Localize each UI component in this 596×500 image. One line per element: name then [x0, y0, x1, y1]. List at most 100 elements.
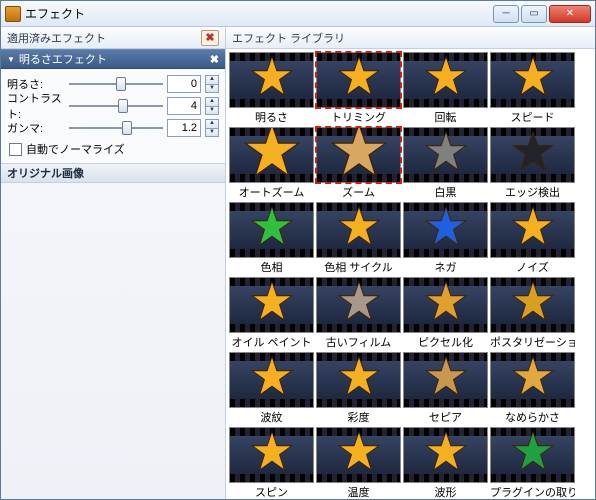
effect-item[interactable]: ポスタリゼーション [490, 277, 575, 350]
effect-thumbnail[interactable] [490, 277, 575, 333]
effect-item[interactable]: 色相 サイクル [316, 202, 401, 275]
maximize-button[interactable]: ▭ [521, 5, 547, 23]
star-icon [511, 355, 555, 400]
effect-item[interactable]: オイル ペイント [229, 277, 314, 350]
effect-thumbnail[interactable] [490, 202, 575, 258]
property-spinner[interactable]: ▲▼ [205, 75, 219, 93]
effect-item[interactable]: ピクセル化 [403, 277, 488, 350]
star-icon [250, 55, 294, 100]
star-icon [424, 55, 468, 100]
property-slider[interactable] [69, 98, 163, 114]
library-header-label: エフェクト ライブラリ [232, 30, 345, 46]
star-icon [329, 127, 389, 182]
effect-thumbnail[interactable] [229, 202, 314, 258]
star-icon [424, 355, 468, 400]
spin-up-icon[interactable]: ▲ [205, 75, 219, 84]
effect-thumbnail[interactable] [316, 202, 401, 258]
effect-thumbnail[interactable] [403, 352, 488, 408]
effect-item[interactable]: オートズーム [229, 127, 314, 200]
effect-item[interactable]: スピン [229, 427, 314, 499]
minimize-button[interactable]: ─ [493, 5, 519, 23]
effect-caption: 波紋 [229, 408, 314, 425]
effect-item[interactable]: エッジ検出 [490, 127, 575, 200]
effect-item[interactable]: 色相 [229, 202, 314, 275]
effect-caption: 明るさ [229, 108, 314, 125]
effect-item[interactable]: 回転 [403, 52, 488, 125]
remove-effect-button[interactable]: ✖ [201, 30, 219, 46]
effect-item[interactable]: ズーム [316, 127, 401, 200]
spin-up-icon[interactable]: ▲ [205, 119, 219, 128]
effect-thumbnail[interactable] [403, 127, 488, 183]
effect-caption: トリミング [316, 108, 401, 125]
effect-item[interactable]: プラグインの取り込み削除 [490, 427, 575, 499]
window-buttons: ─ ▭ ✕ [493, 5, 591, 23]
auto-normalize-row[interactable]: 自動でノーマライズ [7, 139, 219, 159]
effect-item[interactable]: 温度 [316, 427, 401, 499]
effect-thumbnail[interactable] [490, 427, 575, 483]
property-label: ガンマ: [7, 120, 65, 136]
effect-item[interactable]: 波紋 [229, 352, 314, 425]
effect-thumbnail[interactable] [403, 427, 488, 483]
effect-item[interactable]: 古いフィルム [316, 277, 401, 350]
auto-normalize-checkbox[interactable] [9, 143, 22, 156]
effect-thumbnail[interactable] [229, 127, 314, 183]
effect-thumbnail[interactable] [229, 277, 314, 333]
effect-item[interactable]: セピア [403, 352, 488, 425]
library-header: エフェクト ライブラリ [226, 27, 595, 49]
effect-item[interactable]: 彩度 [316, 352, 401, 425]
effect-item[interactable]: なめらかさ [490, 352, 575, 425]
effect-item[interactable]: スピード [490, 52, 575, 125]
property-value[interactable]: 1.2 [167, 119, 201, 137]
effect-item[interactable]: 波形 [403, 427, 488, 499]
star-icon [511, 430, 555, 475]
effect-thumbnail[interactable] [316, 127, 401, 183]
effect-thumbnail[interactable] [316, 277, 401, 333]
property-spinner[interactable]: ▲▼ [205, 97, 219, 115]
auto-normalize-label: 自動でノーマライズ [26, 141, 125, 157]
effect-header[interactable]: ▼ 明るさエフェクト ✖ [1, 49, 225, 69]
effect-thumbnail[interactable] [316, 427, 401, 483]
effect-thumbnail[interactable] [403, 202, 488, 258]
library-body[interactable]: 明るさトリミング回転スピードオートズームズーム白黒エッジ検出色相色相 サイクルネ… [226, 49, 595, 499]
window-title: エフェクト [25, 5, 493, 22]
spin-down-icon[interactable]: ▼ [205, 84, 219, 93]
effect-caption: なめらかさ [490, 408, 575, 425]
effect-item[interactable]: ネガ [403, 202, 488, 275]
effect-thumbnail[interactable] [316, 52, 401, 108]
spin-up-icon[interactable]: ▲ [205, 97, 219, 106]
property-slider[interactable] [69, 76, 163, 92]
effect-item[interactable]: トリミング [316, 52, 401, 125]
effect-thumbnail[interactable] [316, 352, 401, 408]
effect-thumbnail[interactable] [403, 52, 488, 108]
star-icon [242, 127, 302, 182]
property-slider[interactable] [69, 120, 163, 136]
effect-item[interactable]: ノイズ [490, 202, 575, 275]
titlebar[interactable]: エフェクト ─ ▭ ✕ [1, 1, 595, 27]
effect-caption: スピン [229, 483, 314, 499]
original-image-header: オリジナル画像 [1, 163, 225, 183]
collapse-icon: ▼ [7, 55, 15, 64]
close-button[interactable]: ✕ [549, 5, 591, 23]
star-icon [511, 55, 555, 100]
effect-thumbnail[interactable] [403, 277, 488, 333]
close-effect-icon[interactable]: ✖ [210, 53, 219, 66]
right-panel: エフェクト ライブラリ 明るさトリミング回転スピードオートズームズーム白黒エッジ… [226, 27, 595, 499]
property-spinner[interactable]: ▲▼ [205, 119, 219, 137]
effect-item[interactable]: 明るさ [229, 52, 314, 125]
spin-down-icon[interactable]: ▼ [205, 106, 219, 115]
star-icon [511, 130, 555, 175]
original-image-label: オリジナル画像 [7, 165, 84, 181]
effect-thumbnail[interactable] [229, 427, 314, 483]
star-icon [511, 280, 555, 325]
effect-item[interactable]: 白黒 [403, 127, 488, 200]
star-icon [337, 280, 381, 325]
property-value[interactable]: 4 [167, 97, 201, 115]
effect-thumbnail[interactable] [490, 352, 575, 408]
effect-thumbnail[interactable] [229, 352, 314, 408]
property-value[interactable]: 0 [167, 75, 201, 93]
effect-thumbnail[interactable] [229, 52, 314, 108]
effect-thumbnail[interactable] [490, 127, 575, 183]
spin-down-icon[interactable]: ▼ [205, 128, 219, 137]
effect-thumbnail[interactable] [490, 52, 575, 108]
effect-caption: 色相 [229, 258, 314, 275]
